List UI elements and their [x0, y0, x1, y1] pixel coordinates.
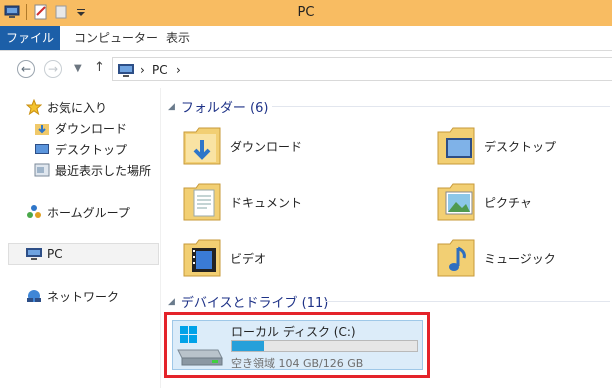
- tab-file[interactable]: ファイル: [0, 26, 60, 50]
- desktop-folder-icon: [437, 127, 475, 165]
- folder-label-music: ミュージック: [484, 251, 556, 266]
- folder-tile-documents[interactable]: ドキュメント: [182, 180, 302, 224]
- tab-computer[interactable]: コンピューター: [74, 26, 158, 50]
- folder-label-videos: ビデオ: [230, 251, 267, 266]
- group-header-folders[interactable]: ◢ フォルダー (6): [168, 97, 268, 116]
- group-title-drives: デバイスとドライブ (11): [180, 296, 329, 311]
- folder-tile-music[interactable]: ミュージック: [436, 236, 556, 280]
- address-separator-trailing[interactable]: ›: [176, 63, 181, 77]
- pc-icon: [118, 64, 134, 77]
- download-folder-icon: [35, 124, 49, 135]
- homegroup-icon: [27, 205, 41, 218]
- back-button[interactable]: ←: [17, 60, 35, 78]
- address-bar-row: ← → ▼ ↑ › PC ›: [0, 51, 612, 87]
- videos-folder-icon: [183, 239, 221, 277]
- recent-places-icon: [34, 163, 50, 177]
- recent-locations-icon[interactable]: ▼: [74, 63, 82, 74]
- address-segment-pc[interactable]: PC: [152, 63, 168, 77]
- folder-label-pictures: ピクチャ: [484, 195, 532, 210]
- desktop-icon: [35, 144, 49, 154]
- pc-icon: [26, 248, 42, 260]
- nav-label-downloads: ダウンロード: [55, 121, 128, 136]
- folder-label-documents: ドキュメント: [230, 195, 303, 210]
- address-bar[interactable]: [112, 57, 612, 81]
- nav-item-network[interactable]: ネットワーク: [26, 286, 119, 306]
- nav-item-pc[interactable]: PC: [26, 244, 63, 264]
- nav-label-recent-places: 最近表示した場所: [55, 163, 152, 178]
- folder-label-desktop: デスクトップ: [484, 139, 557, 154]
- ribbon-tabs: ファイル コンピューター 表示: [0, 26, 612, 51]
- nav-item-homegroup[interactable]: ホームグループ: [26, 202, 130, 222]
- pane-divider: [160, 88, 161, 388]
- download-folder-icon: [183, 127, 221, 165]
- window-title: PC: [297, 5, 315, 20]
- network-icon: [27, 290, 41, 302]
- address-separator[interactable]: ›: [140, 63, 145, 77]
- up-arrow-icon[interactable]: ↑: [94, 60, 105, 75]
- group-divider-folders: [272, 106, 610, 107]
- title-bar: PC: [0, 0, 612, 26]
- group-divider-drives: [326, 301, 610, 302]
- nav-label-network: ネットワーク: [47, 289, 120, 304]
- folder-tile-pictures[interactable]: ピクチャ: [436, 180, 532, 224]
- music-folder-icon: [437, 239, 475, 277]
- folder-label-downloads: ダウンロード: [230, 139, 303, 154]
- nav-item-desktop[interactable]: デスクトップ: [34, 139, 127, 159]
- navigation-pane: お気に入り ダウンロード デスクトップ 最近表示した場所 ホームグループ PC …: [0, 88, 160, 388]
- nav-item-downloads[interactable]: ダウンロード: [34, 118, 127, 138]
- nav-label-homegroup: ホームグループ: [47, 205, 130, 220]
- nav-item-recent-places[interactable]: 最近表示した場所: [34, 160, 151, 180]
- collapse-arrow-icon[interactable]: ◢: [168, 102, 175, 112]
- documents-folder-icon: [183, 183, 221, 221]
- group-header-drives[interactable]: ◢ デバイスとドライブ (11): [168, 292, 328, 311]
- pictures-folder-icon: [437, 183, 475, 221]
- nav-label-pc: PC: [47, 247, 63, 261]
- forward-button[interactable]: →: [44, 60, 62, 78]
- nav-label-desktop: デスクトップ: [55, 142, 128, 157]
- red-highlight-box: [164, 312, 430, 378]
- star-icon: [26, 99, 42, 115]
- tab-view[interactable]: 表示: [166, 26, 190, 50]
- folder-tile-downloads[interactable]: ダウンロード: [182, 124, 302, 168]
- nav-label-favorites: お気に入り: [47, 100, 108, 115]
- group-title-folders: フォルダー (6): [180, 101, 269, 116]
- collapse-arrow-icon[interactable]: ◢: [168, 297, 175, 307]
- folder-tile-desktop[interactable]: デスクトップ: [436, 124, 556, 168]
- folder-tile-videos[interactable]: ビデオ: [182, 236, 266, 280]
- nav-item-favorites[interactable]: お気に入り: [26, 97, 107, 117]
